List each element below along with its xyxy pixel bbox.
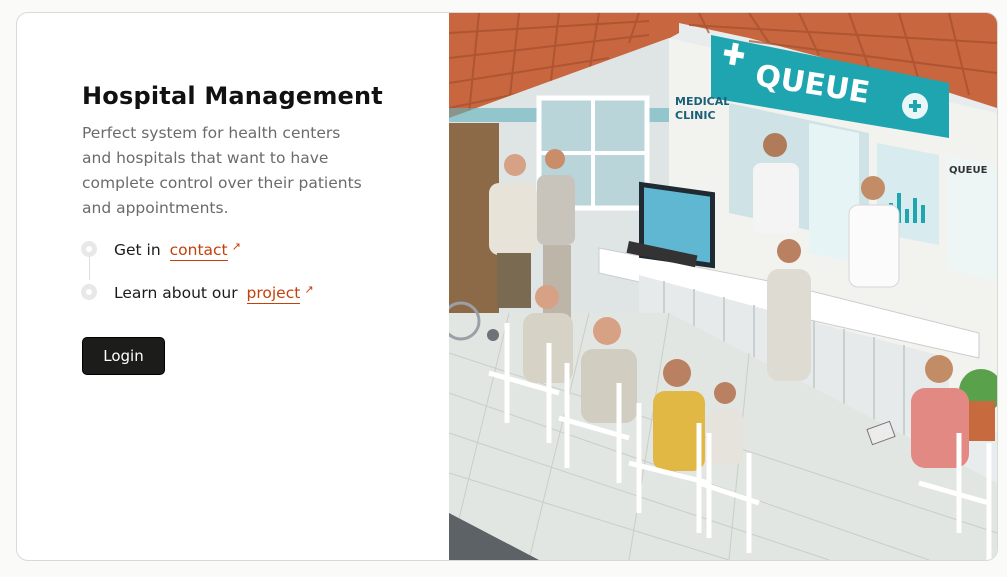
queue-board-text: QUEUE [949,165,988,176]
step-contact: Get in contact ↗ [81,237,241,261]
step-contact-prefix: Get in [114,240,161,259]
contact-link[interactable]: contact [169,240,228,261]
step-project-prefix: Learn about our [114,283,238,302]
steps-list: Get in contact ↗ Learn about our project ↗ [81,235,411,315]
project-link[interactable]: project [246,283,301,304]
step-dot-icon [81,284,97,300]
external-arrow-icon: ↗ [231,239,241,253]
clinic-illustration: QUEUE MEDICAL CLINIC QUEUE [449,13,997,560]
login-button[interactable]: Login [82,337,165,375]
main-card: Hospital Management Perfect system for h… [16,12,998,561]
step-dot-icon [81,241,97,257]
medical-sign-text: MEDICAL [675,95,730,108]
clinic-sign-text: CLINIC [675,109,716,122]
external-arrow-icon: ↗ [304,282,314,296]
page-title: Hospital Management [82,82,383,110]
step-project: Learn about our project ↗ [81,280,314,304]
step-project-text: Learn about our project ↗ [114,282,314,304]
step-contact-text: Get in contact ↗ [114,239,241,261]
page-subtitle: Perfect system for health centers and ho… [82,124,362,217]
clinic-scene-image: QUEUE MEDICAL CLINIC QUEUE [449,13,997,560]
intro-panel: Hospital Management Perfect system for h… [17,13,449,560]
